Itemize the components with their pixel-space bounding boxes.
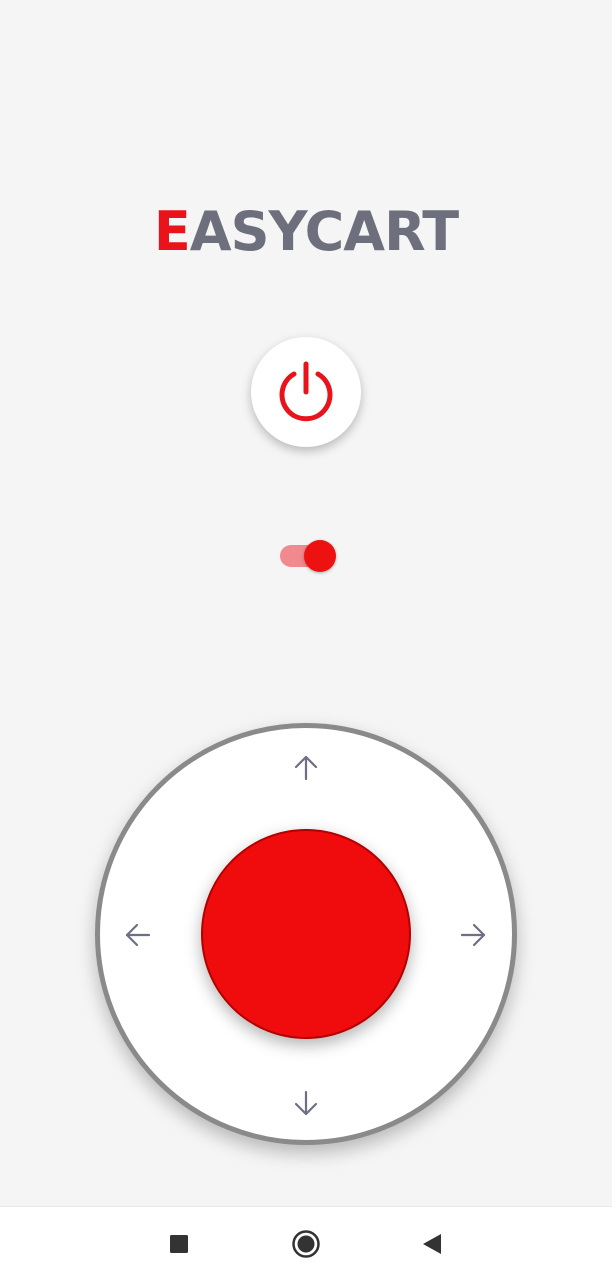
arrow-down-icon[interactable] xyxy=(288,1085,324,1121)
joystick-pad[interactable] xyxy=(95,723,517,1145)
arrow-up-icon[interactable] xyxy=(288,750,324,786)
home-circle-icon[interactable] xyxy=(289,1227,323,1261)
logo-rest: ASYCART xyxy=(189,200,459,263)
system-navigation-bar xyxy=(0,1206,612,1280)
toggle-thumb xyxy=(304,540,336,572)
app-screen: EASYCART xyxy=(0,0,612,1280)
recents-square-icon[interactable] xyxy=(162,1227,196,1261)
logo-first-letter: E xyxy=(153,200,191,263)
arrow-right-icon[interactable] xyxy=(455,917,491,953)
power-button[interactable] xyxy=(251,337,361,447)
app-logo: EASYCART xyxy=(0,200,612,264)
toggle-switch[interactable] xyxy=(280,540,338,572)
arrow-left-icon[interactable] xyxy=(120,917,156,953)
back-triangle-icon[interactable] xyxy=(414,1227,448,1261)
joystick-knob[interactable] xyxy=(201,829,411,1039)
power-icon xyxy=(279,361,333,422)
